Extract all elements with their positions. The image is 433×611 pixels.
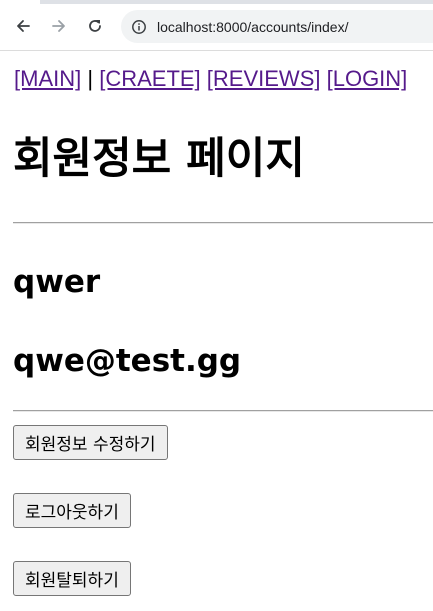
user-email: qwe@test.gg xyxy=(13,343,242,379)
username: qwer xyxy=(13,264,101,300)
logout-button[interactable]: 로그아웃하기 xyxy=(13,493,131,528)
forward-button[interactable] xyxy=(48,15,70,37)
arrow-right-icon xyxy=(51,18,67,34)
arrow-left-icon xyxy=(15,18,31,34)
top-nav: [MAIN] | [CRAETE] [REVIEWS] [LOGIN] xyxy=(14,66,407,92)
nav-link-main[interactable]: [MAIN] xyxy=(14,66,81,91)
divider-top xyxy=(13,222,433,224)
url-text: localhost:8000/accounts/index/ xyxy=(157,18,349,35)
back-button[interactable] xyxy=(12,15,34,37)
info-circle-icon[interactable] xyxy=(131,19,147,35)
reload-icon xyxy=(87,18,103,34)
nav-link-create[interactable]: [CRAETE] xyxy=(99,66,200,91)
nav-link-reviews[interactable]: [REVIEWS] xyxy=(207,66,321,91)
reload-button[interactable] xyxy=(84,15,106,37)
page-title: 회원정보 페이지 xyxy=(13,134,305,184)
active-tab-edge xyxy=(0,0,40,4)
divider-bottom xyxy=(13,410,433,412)
nav-link-login[interactable]: [LOGIN] xyxy=(327,66,408,91)
browser-toolbar: localhost:8000/accounts/index/ xyxy=(0,0,433,51)
nav-separator: | xyxy=(87,66,94,91)
edit-profile-button[interactable]: 회원정보 수정하기 xyxy=(13,425,168,460)
page-content: [MAIN] | [CRAETE] [REVIEWS] [LOGIN] 회원정보… xyxy=(0,51,433,611)
tab-strip-edge xyxy=(0,0,433,4)
delete-account-button[interactable]: 회원탈퇴하기 xyxy=(13,561,131,596)
address-bar[interactable]: localhost:8000/accounts/index/ xyxy=(121,10,433,43)
